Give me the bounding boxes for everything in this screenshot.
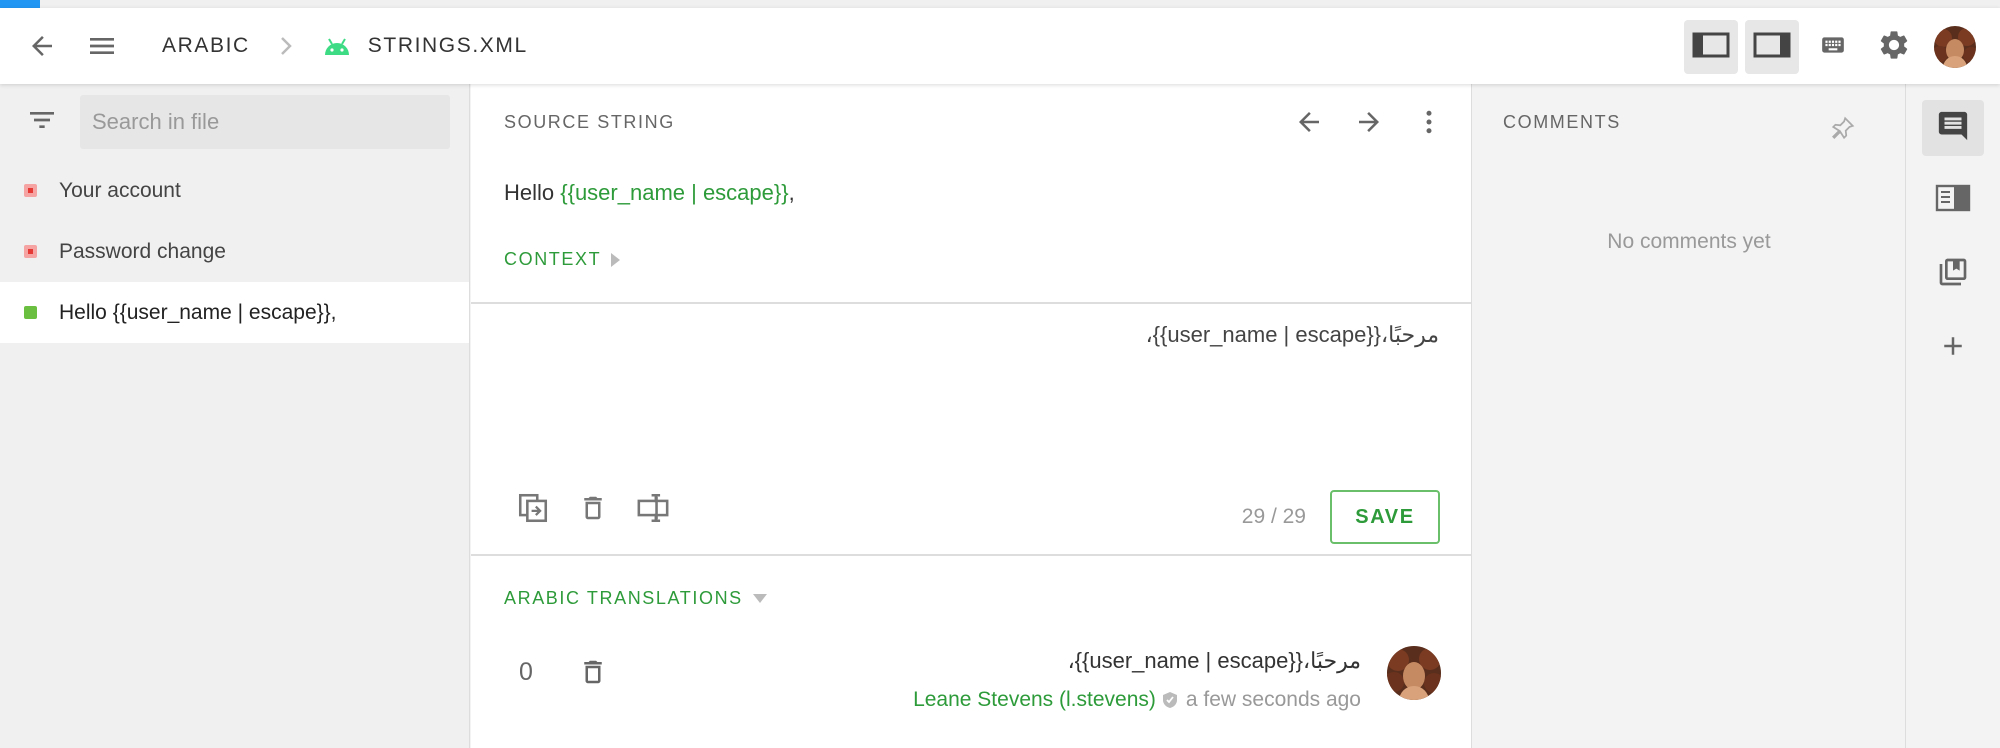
filter-icon[interactable] (26, 104, 58, 141)
previous-string-icon[interactable] (1287, 100, 1331, 144)
editor-panel: SOURCE STRING Hello {{user_name | escape… (471, 84, 1472, 748)
trash-icon[interactable] (571, 486, 615, 530)
untranslated-status-icon (24, 245, 37, 258)
comments-tab[interactable] (1922, 100, 1984, 156)
toggle-right-panel-button[interactable] (1745, 20, 1799, 74)
filter-row (0, 84, 469, 160)
arabic-translations-toggle[interactable]: ARABIC TRANSLATIONS (504, 588, 767, 609)
more-vertical-icon[interactable] (1407, 100, 1451, 144)
book-open-icon (1935, 183, 1971, 218)
translation-meta: Leane Stevens (l.stevens) a few seconds … (913, 688, 1361, 712)
gear-icon (1877, 28, 1911, 67)
triangle-down-icon (752, 594, 767, 603)
comments-title: COMMENTS (1503, 112, 1621, 132)
glossary-tab[interactable] (1922, 246, 1984, 302)
editor-toolbar (511, 486, 691, 530)
string-item-password-change[interactable]: Password change (0, 221, 469, 282)
keyboard-shortcuts-button[interactable] (1806, 20, 1860, 74)
translation-time: a few seconds ago (1185, 688, 1361, 711)
string-item-label: Password change (59, 239, 226, 263)
file-progress-fill (0, 0, 40, 8)
triangle-right-icon (611, 252, 621, 267)
save-button[interactable]: SAVE (1330, 490, 1440, 544)
left-sidebar-layout-icon (1692, 31, 1730, 64)
chevron-right-icon (278, 35, 294, 57)
string-item-hello[interactable]: Hello {{user_name | escape}}, (0, 282, 469, 343)
comment-icon (1936, 109, 1970, 148)
hamburger-menu-icon[interactable] (80, 24, 124, 68)
no-comments-text: No comments yet (1607, 230, 1771, 253)
source-text-suffix: , (788, 180, 795, 205)
search-input[interactable] (80, 95, 450, 149)
plus-icon (1938, 331, 1968, 366)
library-books-icon (1937, 256, 1969, 293)
file-progress-bar (0, 0, 2000, 8)
settings-button[interactable] (1867, 20, 1921, 74)
top-bar: ARABIC STRINGS.XML (0, 8, 2000, 84)
add-tab-button[interactable] (1922, 320, 1984, 376)
source-nav (1271, 100, 1451, 144)
strings-panel: Your account Password change Hello {{use… (0, 84, 470, 748)
translation-memory-tab[interactable] (1922, 172, 1984, 228)
avatar (1934, 26, 1976, 68)
translation-author[interactable]: Leane Stevens (l.stevens) (913, 688, 1156, 712)
translated-status-icon (24, 306, 37, 319)
comments-panel: COMMENTS No comments yet (1473, 84, 1905, 748)
untranslated-status-icon (24, 184, 37, 197)
toggle-left-panel-button[interactable] (1684, 20, 1738, 74)
translator-avatar (1387, 646, 1441, 700)
string-item-label: Hello {{user_name | escape}}, (59, 300, 337, 324)
pin-icon[interactable] (1821, 106, 1865, 150)
breadcrumb-language[interactable]: ARABIC (162, 34, 250, 58)
right-rail (1905, 84, 2000, 748)
user-menu-button[interactable] (1928, 20, 1982, 74)
divider (471, 554, 1472, 556)
divider (471, 302, 1472, 304)
string-item-label: Your account (59, 178, 181, 202)
translation-text: مرحبًا،{{user_name | escape}}، (1067, 648, 1361, 673)
android-icon (322, 35, 352, 57)
right-sidebar-layout-icon (1753, 31, 1791, 64)
char-count: 29 / 29 (1241, 505, 1306, 528)
source-text-prefix: Hello (504, 180, 561, 205)
back-arrow-icon[interactable] (20, 24, 64, 68)
translation-input[interactable]: مرحبًا،{{user_name | escape}}، (501, 314, 1441, 434)
vote-count[interactable]: 0 (519, 658, 533, 687)
context-label: CONTEXT (504, 249, 602, 269)
next-string-icon[interactable] (1347, 100, 1391, 144)
text-cursor-icon[interactable] (631, 486, 675, 530)
source-string-title: SOURCE STRING (504, 112, 675, 132)
arabic-translations-title: ARABIC TRANSLATIONS (504, 588, 743, 608)
source-placeholder: {{user_name | escape}} (560, 180, 789, 205)
string-item-your-account[interactable]: Your account (0, 160, 469, 221)
copy-source-icon[interactable] (511, 486, 555, 530)
context-toggle[interactable]: CONTEXT (504, 249, 621, 270)
delete-translation-icon[interactable] (571, 650, 615, 694)
keyboard-icon (1816, 32, 1850, 63)
breadcrumb-file[interactable]: STRINGS.XML (368, 34, 528, 58)
shield-check-icon (1162, 691, 1178, 709)
source-string-text: Hello {{user_name | escape}}, (504, 180, 795, 206)
